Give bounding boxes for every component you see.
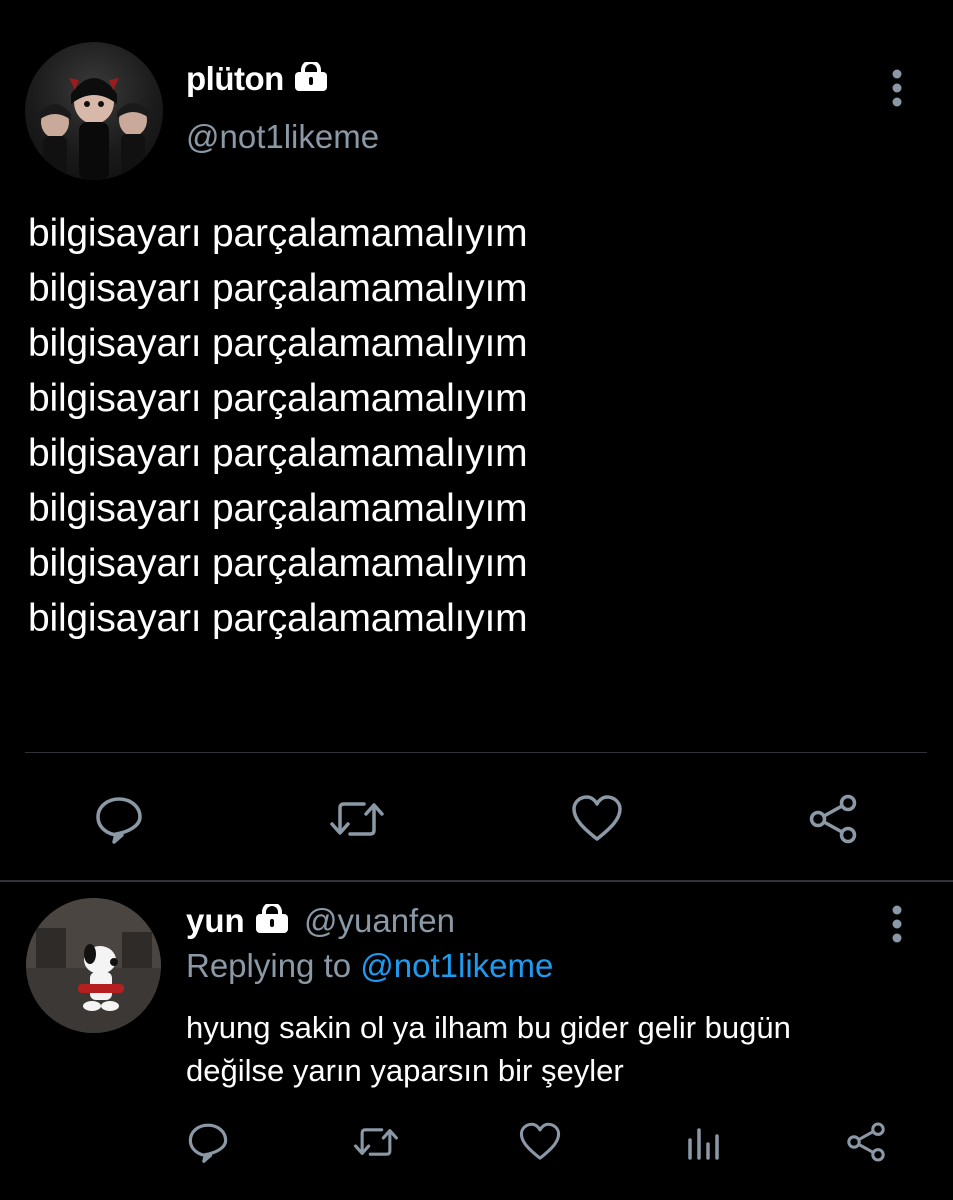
- tweet-line: bilgisayarı parçalamamalıyım: [28, 377, 528, 420]
- retweet-icon: [354, 1128, 398, 1156]
- retweet-icon: [330, 802, 384, 836]
- display-name[interactable]: plüton: [186, 60, 328, 100]
- divider: [0, 880, 953, 882]
- analytics-icon: [688, 1128, 719, 1160]
- more-options-icon[interactable]: [885, 904, 909, 944]
- tweet-text: bilgisayarı parçalamamalıyım bilgisayarı…: [28, 206, 528, 646]
- display-name[interactable]: yun: [186, 902, 289, 942]
- avatar-snoopy-image: [26, 898, 161, 1033]
- retweet-button[interactable]: [330, 792, 384, 846]
- share-button[interactable]: [842, 1118, 890, 1166]
- reply-button[interactable]: [92, 792, 146, 846]
- tweet-line: bilgisayarı parçalamamalıyım: [28, 322, 528, 365]
- tweet-line: bilgisayarı parçalamamalıyım: [28, 212, 528, 255]
- replying-prefix: Replying to: [186, 947, 352, 984]
- like-icon: [572, 795, 622, 841]
- avatar[interactable]: [25, 42, 163, 180]
- tweet-line: bilgisayarı parçalamamalıyım: [28, 267, 528, 310]
- tweet-line: bilgisayarı parçalamamalıyım: [28, 597, 528, 640]
- lock-icon: [294, 60, 328, 100]
- lock-icon: [255, 902, 289, 942]
- user-handle[interactable]: @not1likeme: [186, 118, 379, 156]
- tweet-text: hyung sakin ol ya ilham bu gider gelir b…: [186, 1006, 791, 1092]
- divider: [25, 752, 927, 753]
- more-options-icon[interactable]: [885, 68, 909, 108]
- reply-button[interactable]: [184, 1118, 232, 1166]
- tweet-line: bilgisayarı parçalamamalıyım: [28, 487, 528, 530]
- display-name-text: yun: [186, 902, 245, 939]
- retweet-button[interactable]: [352, 1118, 400, 1166]
- share-button[interactable]: [806, 792, 860, 846]
- display-name-text: plüton: [186, 60, 284, 97]
- tweet-line: hyung sakin ol ya ilham bu gider gelir b…: [186, 1010, 791, 1045]
- tweet-line: bilgisayarı parçalamamalıyım: [28, 432, 528, 475]
- avatar-figures-image: [39, 78, 149, 180]
- share-icon: [809, 794, 857, 844]
- like-icon: [519, 1122, 561, 1160]
- mention-link[interactable]: @not1likeme: [360, 947, 553, 984]
- share-icon: [847, 1122, 885, 1162]
- reply-icon: [96, 797, 142, 844]
- analytics-button[interactable]: [680, 1118, 728, 1166]
- replying-to: Replying to @not1likeme: [186, 947, 553, 985]
- like-button[interactable]: [570, 792, 624, 846]
- like-button[interactable]: [516, 1118, 564, 1166]
- avatar[interactable]: [26, 898, 161, 1033]
- tweet-line: değilse yarın yaparsın bir şeyler: [186, 1053, 624, 1088]
- user-handle[interactable]: @yuanfen: [304, 902, 455, 940]
- reply-icon: [188, 1123, 228, 1163]
- tweet-line: bilgisayarı parçalamamalıyım: [28, 542, 528, 585]
